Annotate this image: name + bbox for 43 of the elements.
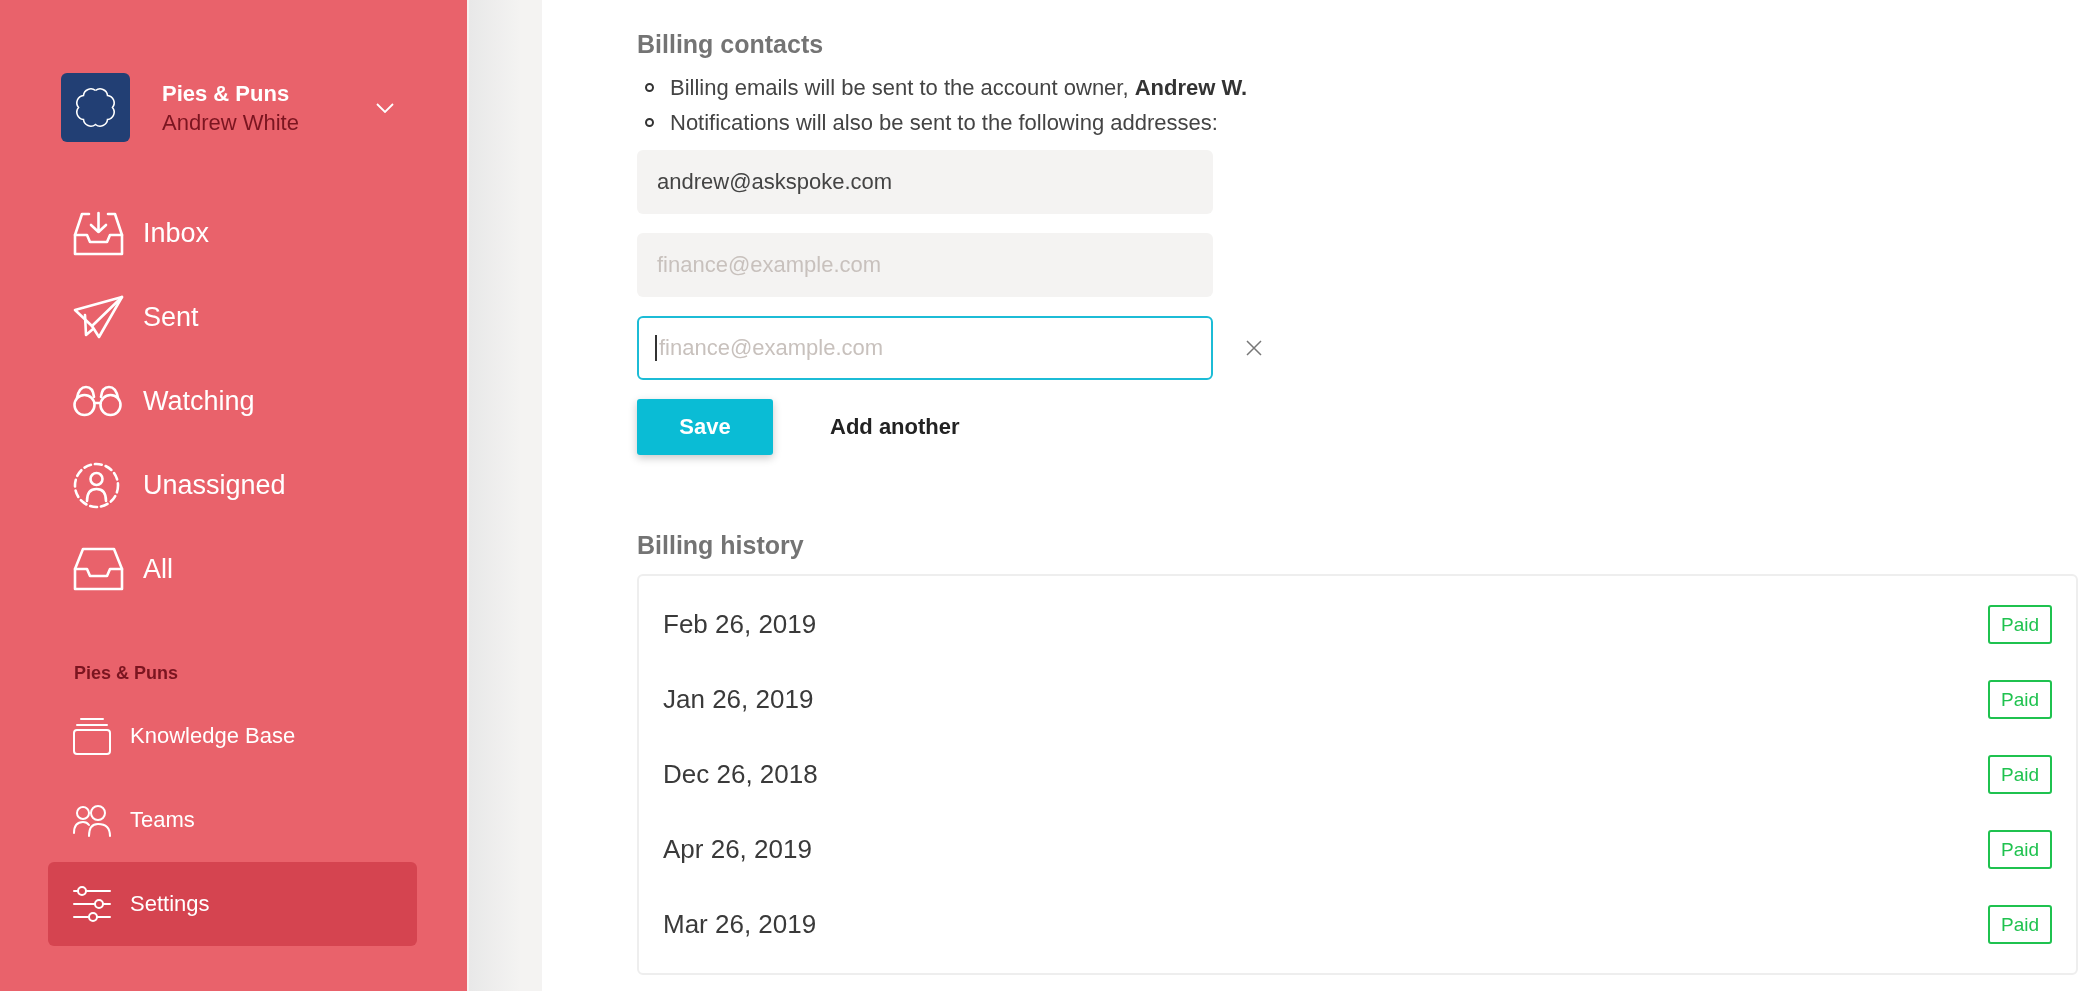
add-another-link[interactable]: Add another	[830, 414, 960, 440]
chevron-down-icon[interactable]	[376, 102, 394, 113]
invoice-date: Dec 26, 2018	[663, 759, 818, 790]
nav-item[interactable]: All	[48, 527, 417, 611]
nav-item[interactable]: Knowledge Base	[48, 694, 417, 778]
section-heading: Billing contacts	[637, 29, 824, 60]
email-field[interactable]: andrew@askspoke.com	[637, 150, 1213, 214]
nav-item[interactable]: Inbox	[48, 191, 417, 275]
user-name: Andrew White	[162, 108, 299, 137]
save-button[interactable]: Save	[637, 399, 773, 455]
nav-item[interactable]: Watching	[48, 359, 417, 443]
nav-item[interactable]: Sent	[48, 275, 417, 359]
status-badge: Paid	[1988, 680, 2052, 719]
nav-item[interactable]: Unassigned	[48, 443, 417, 527]
status-badge: Paid	[1988, 830, 2052, 869]
bullet-icon	[645, 118, 654, 127]
status-badge: Paid	[1988, 905, 2052, 944]
status-badge: Paid	[1988, 605, 2052, 644]
nav-item[interactable]: Settings	[48, 862, 417, 946]
section-heading: Billing history	[637, 530, 804, 561]
invoice-date: Mar 26, 2019	[663, 909, 817, 940]
note-text: Billing emails will be sent to the account owner, Andrew W.	[670, 74, 1248, 101]
tray-icon	[73, 547, 124, 591]
dashed-person-icon	[73, 461, 120, 509]
sliders-icon	[73, 886, 111, 922]
invoice-date: Apr 26, 2019	[663, 834, 812, 865]
workspace-name: Pies & Puns	[162, 79, 290, 108]
status-badge: Paid	[1988, 755, 2052, 794]
paper-plane-icon	[73, 295, 124, 339]
scalloped-logo-icon	[61, 73, 130, 142]
inbox-tray-icon	[73, 210, 124, 256]
close-icon[interactable]	[1246, 340, 1262, 356]
people-icon	[73, 804, 111, 836]
stacked-cards-icon	[73, 717, 111, 755]
invoice-date: Feb 26, 2019	[663, 609, 817, 640]
text-cursor-icon	[655, 335, 657, 361]
nav-item[interactable]: Teams	[48, 778, 417, 862]
invoice-date: Jan 26, 2019	[663, 684, 814, 715]
note-text: Notifications will also be sent to the following addresses:	[670, 109, 1218, 136]
section-title: Pies & Puns	[73, 662, 179, 685]
email-field[interactable]: finance@example.com	[637, 316, 1213, 380]
binoculars-icon	[73, 385, 122, 417]
bullet-icon	[645, 83, 654, 92]
